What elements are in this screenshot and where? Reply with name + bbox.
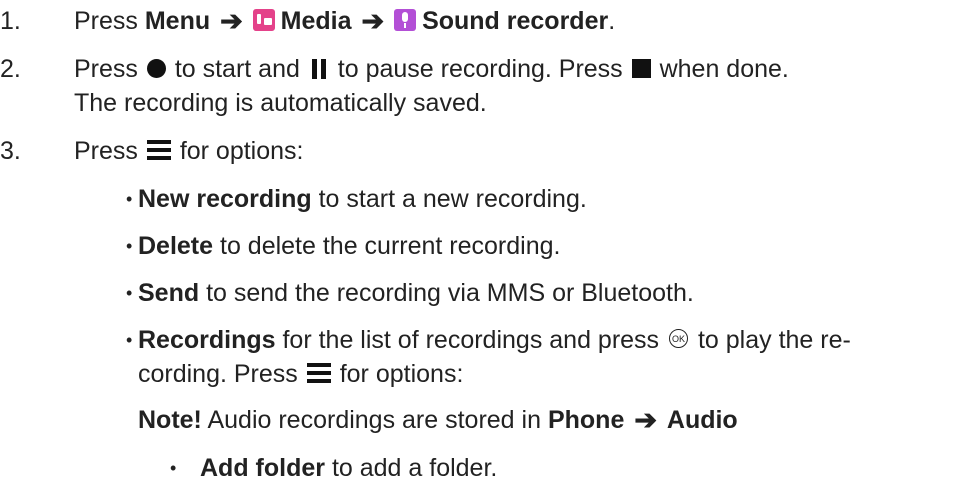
record-icon bbox=[146, 59, 166, 78]
step-2-text: Press to start and to pause recording. P… bbox=[74, 52, 789, 86]
step-number: 3. bbox=[0, 137, 21, 165]
media-icon bbox=[252, 9, 275, 31]
ok-icon: OK bbox=[669, 329, 689, 348]
option-title: New recording bbox=[138, 185, 312, 213]
pause-icon bbox=[311, 59, 327, 79]
press-label: Press bbox=[74, 7, 138, 35]
option-text: Recordings for the list of recordings an… bbox=[138, 323, 851, 357]
note-description: Audio recordings are stored in bbox=[207, 406, 541, 434]
step-number: 1. bbox=[0, 7, 21, 35]
period: . bbox=[608, 7, 616, 35]
for-options-text: for options: bbox=[339, 360, 464, 388]
step-number: 2. bbox=[0, 55, 21, 83]
option-description: for the list of recordings and press bbox=[282, 326, 660, 354]
option-title: Delete bbox=[138, 232, 214, 260]
bullet: • bbox=[170, 458, 177, 478]
option-text: cording. Press for options: bbox=[138, 357, 463, 391]
bullet: • bbox=[126, 330, 133, 350]
step-3-text: Press for options: bbox=[74, 134, 304, 168]
menu-icon bbox=[146, 140, 171, 160]
option-text: Add folder to add a folder. bbox=[200, 451, 497, 485]
microphone-icon bbox=[394, 9, 417, 31]
option-description-cont: to play the re- bbox=[697, 326, 851, 354]
phone-label: Phone bbox=[547, 406, 625, 434]
option-text: New recording to start a new recording. bbox=[138, 182, 587, 216]
option-description: to add a folder. bbox=[325, 454, 498, 482]
audio-label: Audio bbox=[666, 406, 738, 434]
bullet: • bbox=[126, 283, 133, 303]
press-label: cording. Press bbox=[138, 360, 298, 388]
option-title: Recordings bbox=[138, 326, 276, 354]
step-1-text: Press Menu ➔ Media ➔ Sound recorder. bbox=[74, 4, 615, 38]
option-title: Add folder bbox=[200, 454, 325, 482]
step-2-text-c: when done. bbox=[659, 55, 789, 83]
note-label: Note! bbox=[138, 406, 202, 434]
for-options-text: for options: bbox=[179, 137, 304, 165]
step-2-text-b: to pause recording. Press bbox=[337, 55, 623, 83]
sound-recorder-label: Sound recorder bbox=[422, 7, 609, 35]
arrow-icon: ➔ bbox=[634, 405, 657, 435]
option-description: to delete the current recording. bbox=[213, 232, 561, 260]
option-description: to start a new recording. bbox=[311, 185, 587, 213]
menu-icon bbox=[306, 363, 331, 383]
option-description: to send the recording via MMS or Bluetoo… bbox=[199, 279, 694, 307]
bullet: • bbox=[126, 189, 133, 209]
arrow-icon: ➔ bbox=[361, 6, 385, 36]
media-label: Media bbox=[280, 7, 352, 35]
menu-label: Menu bbox=[144, 7, 211, 35]
option-title: Send bbox=[138, 279, 200, 307]
bullet: • bbox=[126, 236, 133, 256]
arrow-icon: ➔ bbox=[220, 6, 243, 36]
auto-saved-text: The recording is automatically saved. bbox=[74, 89, 487, 117]
press-label: Press bbox=[74, 137, 138, 165]
note-text: Note! Audio recordings are stored in Pho… bbox=[138, 403, 738, 437]
press-label: Press bbox=[74, 55, 138, 83]
option-text: Send to send the recording via MMS or Bl… bbox=[138, 276, 694, 310]
step-2-text-a: to start and bbox=[174, 55, 300, 83]
stop-icon bbox=[631, 59, 651, 78]
option-text: Delete to delete the current recording. bbox=[138, 229, 560, 263]
